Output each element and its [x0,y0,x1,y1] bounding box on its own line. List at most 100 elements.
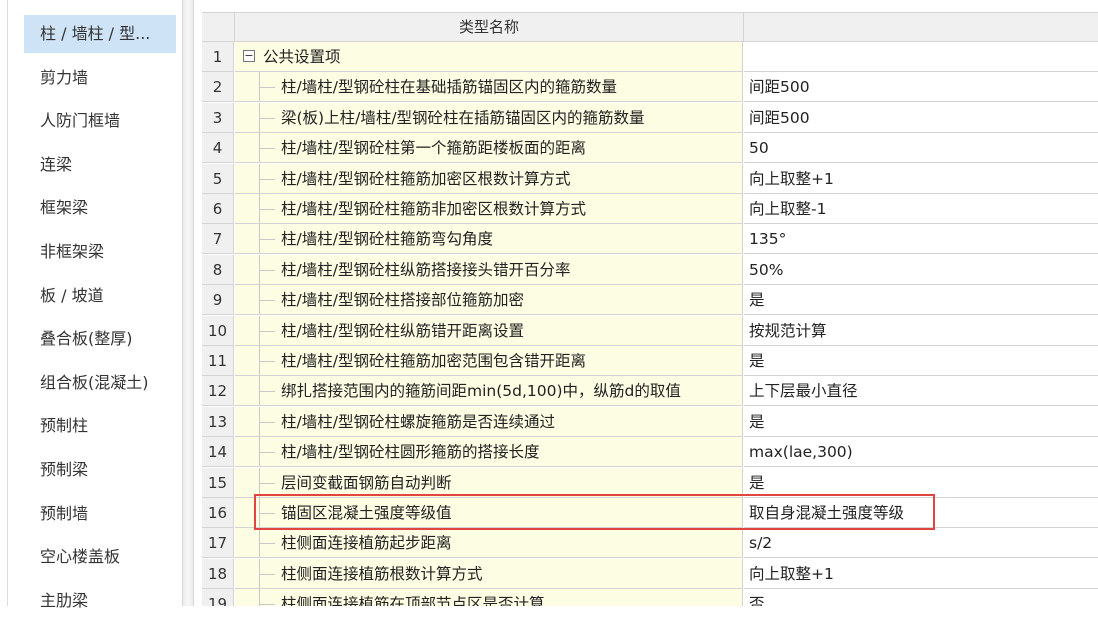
row-number[interactable]: 9 [202,285,234,316]
panel-splitter[interactable] [182,0,194,606]
setting-value-cell[interactable]: 是 [744,467,1098,498]
row-number[interactable]: 4 [202,133,234,164]
table-row[interactable]: 4 柱/墙柱/型钢砼柱第一个箍筋距楼板面的距离 50 [202,133,1098,164]
setting-name-cell[interactable]: 绑扎搭接范围内的箍筋间距min(5d,100)中，纵筋d的取值 [235,376,743,407]
table-row[interactable]: 5 柱/墙柱/型钢砼柱箍筋加密区根数计算方式 向上取整+1 [202,163,1098,194]
setting-value-cell[interactable]: 50% [744,254,1098,285]
setting-name-cell[interactable]: 柱侧面连接植筋根数计算方式 [235,558,743,589]
setting-name-cell[interactable]: 柱/墙柱/型钢砼柱箍筋加密区根数计算方式 [235,163,743,194]
setting-name-cell[interactable]: 柱/墙柱/型钢砼柱纵筋搭接接头错开百分率 [235,254,743,285]
tree-branch [259,239,275,241]
table-row[interactable]: 10 柱/墙柱/型钢砼柱纵筋错开距离设置 按规范计算 [202,315,1098,346]
row-number[interactable]: 3 [202,102,234,133]
tree-branch [259,148,275,150]
setting-value-cell[interactable]: 向上取整+1 [744,558,1098,589]
setting-value-cell[interactable]: s/2 [744,528,1098,559]
setting-value-cell[interactable]: 取自身混凝土强度等级 [744,498,1098,528]
table-row[interactable]: 16 锚固区混凝土强度等级值 取自身混凝土强度等级 [202,498,1098,528]
setting-value-cell[interactable]: 是 [744,285,1098,316]
row-number[interactable]: 1 [202,42,234,72]
table-row[interactable]: 12 绑扎搭接范围内的箍筋间距min(5d,100)中，纵筋d的取值 上下层最小直径 [202,376,1098,407]
setting-name-cell[interactable]: 柱/墙柱/型钢砼柱在基础插筋锚固区内的箍筋数量 [235,72,743,103]
setting-name-cell[interactable]: 柱/墙柱/型钢砼柱螺旋箍筋是否连续通过 [235,406,743,437]
row-number[interactable]: 14 [202,437,234,468]
setting-name-cell[interactable]: 柱/墙柱/型钢砼柱第一个箍筋距楼板面的距离 [235,133,743,164]
setting-value-cell[interactable] [744,42,1098,72]
tree-branch [259,452,275,454]
sidebar-item[interactable]: 预制柱 [24,407,176,445]
setting-value-cell[interactable]: 按规范计算 [744,315,1098,346]
row-number[interactable]: 8 [202,254,234,285]
setting-name-cell[interactable]: 柱/墙柱/型钢砼柱箍筋加密范围包含错开距离 [235,346,743,376]
setting-name-cell[interactable]: − 公共设置项 [235,42,743,72]
table-row[interactable]: 3 梁(板)上柱/墙柱/型钢砼柱在插筋锚固区内的箍筋数量 间距500 [202,102,1098,133]
setting-name-cell[interactable]: 柱/墙柱/型钢砼柱箍筋非加密区根数计算方式 [235,194,743,224]
setting-value-cell[interactable]: 是 [744,346,1098,376]
sidebar-item[interactable]: 板 / 坡道 [24,277,176,315]
sidebar-item[interactable]: 人防门框墙 [24,102,176,140]
sidebar-item[interactable]: 组合板(混凝土) [24,364,176,402]
row-number[interactable]: 18 [202,558,234,589]
setting-name-cell[interactable]: 柱侧面连接植筋在顶部节点区是否计算 [235,589,743,606]
setting-name-cell[interactable]: 柱/墙柱/型钢砼柱搭接部位箍筋加密 [235,285,743,316]
row-number[interactable]: 2 [202,72,234,103]
row-number[interactable]: 12 [202,376,234,407]
tree-branch [259,604,275,606]
setting-value-cell[interactable]: 向上取整+1 [744,163,1098,194]
sidebar-item[interactable]: 预制梁 [24,451,176,489]
row-number[interactable]: 17 [202,528,234,559]
tree-branch [259,117,275,119]
sidebar-item[interactable]: 叠合板(整厚) [24,320,176,358]
table-row[interactable]: 11 柱/墙柱/型钢砼柱箍筋加密范围包含错开距离 是 [202,346,1098,376]
setting-value-cell[interactable]: 否 [744,589,1098,606]
collapse-toggle-icon[interactable]: − [243,50,255,62]
setting-value-cell[interactable]: 间距500 [744,72,1098,103]
row-number[interactable]: 16 [202,498,234,528]
table-row[interactable]: 1− 公共设置项 [202,42,1098,72]
table-row[interactable]: 6 柱/墙柱/型钢砼柱箍筋非加密区根数计算方式 向上取整-1 [202,194,1098,224]
setting-name-cell[interactable]: 柱/墙柱/型钢砼柱圆形箍筋的搭接长度 [235,437,743,468]
table-row[interactable]: 17 柱侧面连接植筋起步距离 s/2 [202,528,1098,559]
column-header-type-name[interactable]: 类型名称 [235,13,744,42]
sidebar-item[interactable]: 连梁 [24,146,176,184]
row-number[interactable]: 5 [202,163,234,194]
setting-value-cell[interactable]: 间距500 [744,102,1098,133]
setting-name-cell[interactable]: 柱/墙柱/型钢砼柱箍筋弯勾角度 [235,224,743,255]
column-header-value[interactable] [744,13,1098,42]
table-row[interactable]: 14 柱/墙柱/型钢砼柱圆形箍筋的搭接长度 max(lae,300) [202,437,1098,468]
setting-name-cell[interactable]: 梁(板)上柱/墙柱/型钢砼柱在插筋锚固区内的箍筋数量 [235,102,743,133]
sidebar-item[interactable]: 框架梁 [24,189,176,227]
table-row[interactable]: 8 柱/墙柱/型钢砼柱纵筋搭接接头错开百分率 50% [202,254,1098,285]
setting-value-cell[interactable]: max(lae,300) [744,437,1098,468]
setting-name: 柱/墙柱/型钢砼柱箍筋非加密区根数计算方式 [281,200,586,218]
sidebar-item[interactable]: 非框架梁 [24,233,176,271]
row-number[interactable]: 13 [202,406,234,437]
setting-value-cell[interactable]: 是 [744,406,1098,437]
table-row[interactable]: 15 层间变截面钢筋自动判断 是 [202,467,1098,498]
table-row[interactable]: 2 柱/墙柱/型钢砼柱在基础插筋锚固区内的箍筋数量 间距500 [202,72,1098,103]
setting-name-cell[interactable]: 柱/墙柱/型钢砼柱纵筋错开距离设置 [235,315,743,346]
sidebar-item[interactable]: 预制墙 [24,495,176,533]
row-number[interactable]: 10 [202,315,234,346]
sidebar-item[interactable]: 柱 / 墙柱 / 型... [24,15,176,53]
setting-value-cell[interactable]: 50 [744,133,1098,164]
row-number[interactable]: 7 [202,224,234,255]
row-number[interactable]: 6 [202,194,234,224]
setting-name-cell[interactable]: 柱侧面连接植筋起步距离 [235,528,743,559]
setting-name-cell[interactable]: 层间变截面钢筋自动判断 [235,467,743,498]
table-row[interactable]: 13 柱/墙柱/型钢砼柱螺旋箍筋是否连续通过 是 [202,406,1098,437]
row-number[interactable]: 15 [202,467,234,498]
sidebar-item[interactable]: 主肋梁 [24,582,176,620]
row-number[interactable]: 11 [202,346,234,376]
table-row[interactable]: 19 柱侧面连接植筋在顶部节点区是否计算 否 [202,589,1098,606]
table-row[interactable]: 18 柱侧面连接植筋根数计算方式 向上取整+1 [202,558,1098,589]
table-row[interactable]: 9 柱/墙柱/型钢砼柱搭接部位箍筋加密 是 [202,285,1098,316]
sidebar-item[interactable]: 空心楼盖板 [24,538,176,576]
setting-value-cell[interactable]: 向上取整-1 [744,194,1098,224]
sidebar-item[interactable]: 剪力墙 [24,59,176,97]
table-row[interactable]: 7 柱/墙柱/型钢砼柱箍筋弯勾角度 135° [202,224,1098,255]
setting-name-cell[interactable]: 锚固区混凝土强度等级值 [235,498,743,528]
setting-value-cell[interactable]: 上下层最小直径 [744,376,1098,407]
setting-value-cell[interactable]: 135° [744,224,1098,255]
row-number[interactable]: 19 [202,589,234,606]
